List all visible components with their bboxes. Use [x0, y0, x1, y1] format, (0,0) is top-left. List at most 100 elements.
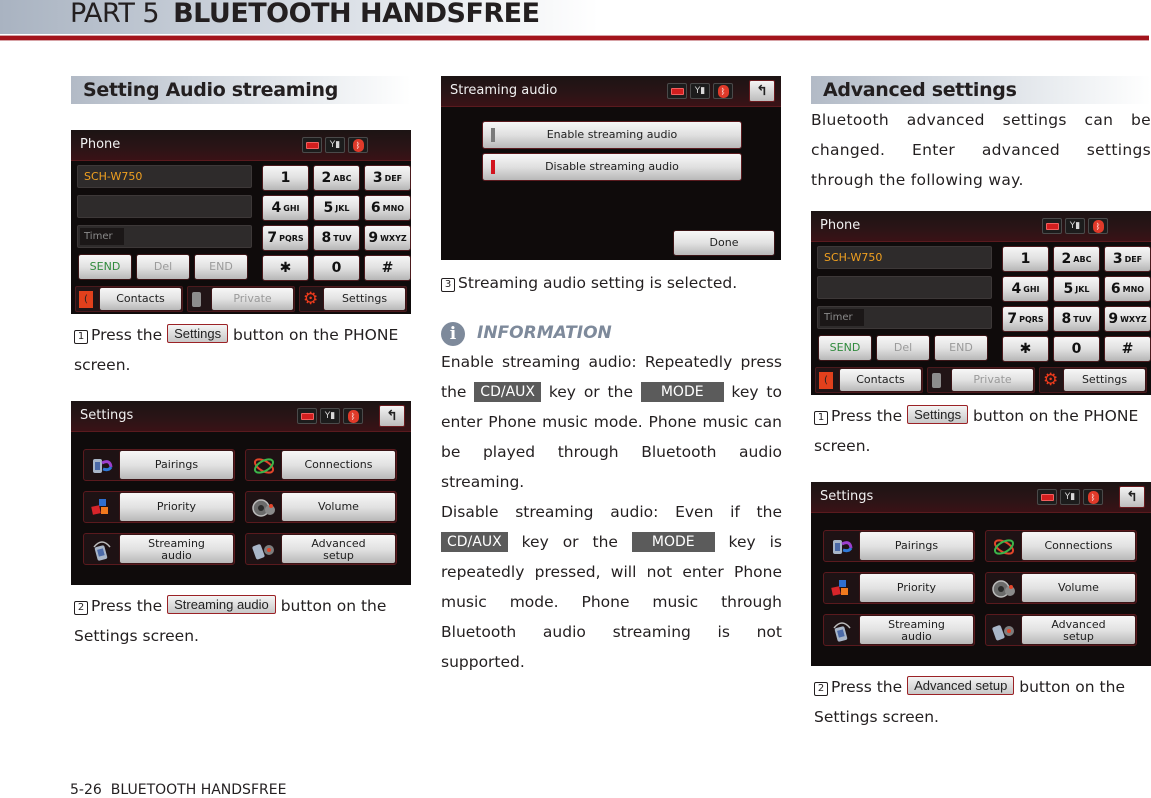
- priority-button[interactable]: Priority: [860, 574, 973, 602]
- settings-button-label: Settings: [167, 324, 229, 343]
- key-digit: 5: [323, 200, 334, 216]
- pairings-button[interactable]: Pairings: [860, 532, 973, 560]
- priority-button[interactable]: Priority: [120, 493, 233, 521]
- end-button[interactable]: END: [935, 336, 987, 360]
- keypad-key[interactable]: 7 PQRS: [1003, 307, 1048, 331]
- contacts-button[interactable]: Contacts: [100, 288, 181, 310]
- del-button[interactable]: Del: [877, 336, 929, 360]
- keypad-key[interactable]: 8 TUV: [1054, 307, 1099, 331]
- key-letters: WXYZ: [1120, 314, 1147, 324]
- key-letters: MNO: [382, 203, 405, 213]
- key-digit: 4: [1011, 281, 1022, 297]
- dial-number-field[interactable]: [817, 276, 992, 299]
- advanced-setup-icon: [252, 544, 274, 560]
- del-button[interactable]: Del: [137, 255, 189, 279]
- private-button[interactable]: Private: [212, 288, 293, 310]
- settings-button[interactable]: Settings: [1064, 369, 1145, 391]
- volume-button[interactable]: Volume: [1022, 574, 1135, 602]
- streaming-button[interactable]: Streaming audio: [120, 535, 233, 563]
- keypad-key[interactable]: 6 MNO: [1105, 277, 1150, 301]
- connections-button[interactable]: Connections: [282, 451, 395, 479]
- keypad-key[interactable]: 3 DEF: [1105, 247, 1150, 271]
- keypad-key[interactable]: #: [365, 256, 410, 280]
- cd-aux-key-tag: CD/AUX: [474, 382, 541, 402]
- screen-title-bar: Settings Y▮ ᛒ: [811, 482, 1151, 513]
- page-header: PART 5 BLUETOOTH HANDSFREE: [70, 0, 540, 34]
- pairings-button[interactable]: Pairings: [120, 451, 233, 479]
- button-label: Pairings: [894, 539, 939, 552]
- keypad-key[interactable]: 2 ABC: [314, 166, 359, 190]
- step-text: Press the: [831, 407, 908, 425]
- keypad-key[interactable]: 0: [314, 256, 359, 280]
- screen-title: Phone: [80, 137, 121, 152]
- done-button[interactable]: Done: [674, 231, 774, 255]
- cd-aux-key-tag: CD/AUX: [441, 532, 508, 552]
- menu-item-volume: Volume: [985, 572, 1137, 604]
- button-label: Priority: [156, 500, 197, 513]
- keypad-key[interactable]: 6 MNO: [365, 196, 410, 220]
- enable-streaming-audio-button[interactable]: Enable streaming audio: [483, 122, 741, 148]
- keypad-key[interactable]: 3 DEF: [365, 166, 410, 190]
- end-button[interactable]: END: [195, 255, 247, 279]
- keypad-key[interactable]: 1: [1003, 247, 1048, 271]
- keypad-key[interactable]: 9 WXYZ: [365, 226, 410, 250]
- status-icons: Y▮ ᛒ: [667, 83, 733, 99]
- bluetooth-glyph: ᛒ: [717, 84, 729, 98]
- keypad-key[interactable]: 9 WXYZ: [1105, 307, 1150, 331]
- back-button[interactable]: ↰: [1119, 486, 1145, 508]
- battery-level: [300, 412, 314, 420]
- mode-key-tag: MODE: [640, 382, 724, 402]
- key-digit: ✱: [279, 260, 292, 276]
- keypad-key[interactable]: 1: [263, 166, 308, 190]
- button-label: Connections: [1044, 539, 1113, 552]
- connections-button[interactable]: Connections: [1022, 532, 1135, 560]
- device-name-field: SCH-W750: [77, 165, 252, 188]
- keypad-key[interactable]: #: [1105, 337, 1150, 361]
- keypad-key[interactable]: 7 PQRS: [263, 226, 308, 250]
- keypad-key[interactable]: ✱: [1003, 337, 1048, 361]
- key-letters: DEF: [1124, 254, 1143, 264]
- keypad-key[interactable]: 5 JKL: [1054, 277, 1099, 301]
- volume-icon: [252, 499, 275, 517]
- info-icon: i: [441, 322, 465, 346]
- send-button[interactable]: SEND: [819, 336, 871, 360]
- contacts-button[interactable]: Contacts: [840, 369, 921, 391]
- section-heading-audio-streaming: Setting Audio streaming: [71, 76, 411, 104]
- gear-icon: ⚙: [303, 289, 319, 309]
- keypad-key[interactable]: 0: [1054, 337, 1099, 361]
- step-1-instruction: 1 Press the Settings button on the PHONE …: [814, 401, 1151, 461]
- volume-button[interactable]: Volume: [282, 493, 395, 521]
- back-arrow-icon: ↰: [386, 408, 398, 424]
- disable-streaming-audio-button[interactable]: Disable streaming audio: [483, 154, 741, 180]
- screen-title-bar: Phone Y▮ ᛒ: [811, 211, 1151, 242]
- key-digit: 6: [370, 200, 381, 216]
- signal-icon: Y▮: [1065, 218, 1085, 234]
- menu-item-streaming: Streaming audio: [83, 533, 235, 565]
- battery-level: [670, 87, 684, 95]
- keypad-key[interactable]: 4 GHI: [1003, 277, 1048, 301]
- chapter-title: BLUETOOTH HANDSFREE: [173, 0, 540, 29]
- phone-screen-screenshot: Phone Y▮ ᛒ SCH-W750 Timer SEND Del END 1 2 ABC 3 DEF…: [811, 211, 1151, 395]
- keypad-key[interactable]: 8 TUV: [314, 226, 359, 250]
- key-digit: #: [1121, 341, 1134, 357]
- back-button[interactable]: ↰: [749, 80, 775, 102]
- streaming-button[interactable]: Streaming audio: [860, 616, 973, 644]
- settings-button[interactable]: Settings: [324, 288, 405, 310]
- streaming-icon: [93, 541, 111, 561]
- advanced-setup-button[interactable]: Advanced setup: [1022, 616, 1135, 644]
- dial-number-field[interactable]: [77, 195, 252, 218]
- timer-label: Timer: [820, 309, 864, 326]
- bluetooth-icon: ᛒ: [713, 83, 733, 99]
- key-digit: 7: [267, 230, 278, 246]
- menu-item-priority: Priority: [823, 572, 975, 604]
- screen-title: Streaming audio: [450, 83, 558, 98]
- private-button[interactable]: Private: [952, 369, 1033, 391]
- advanced-setup-button[interactable]: Advanced setup: [282, 535, 395, 563]
- keypad-key[interactable]: 2 ABC: [1054, 247, 1099, 271]
- back-button[interactable]: ↰: [379, 405, 405, 427]
- send-button[interactable]: SEND: [79, 255, 131, 279]
- keypad-key[interactable]: 5 JKL: [314, 196, 359, 220]
- keypad-key[interactable]: 4 GHI: [263, 196, 308, 220]
- key-digit: 8: [321, 230, 332, 246]
- keypad-key[interactable]: ✱: [263, 256, 308, 280]
